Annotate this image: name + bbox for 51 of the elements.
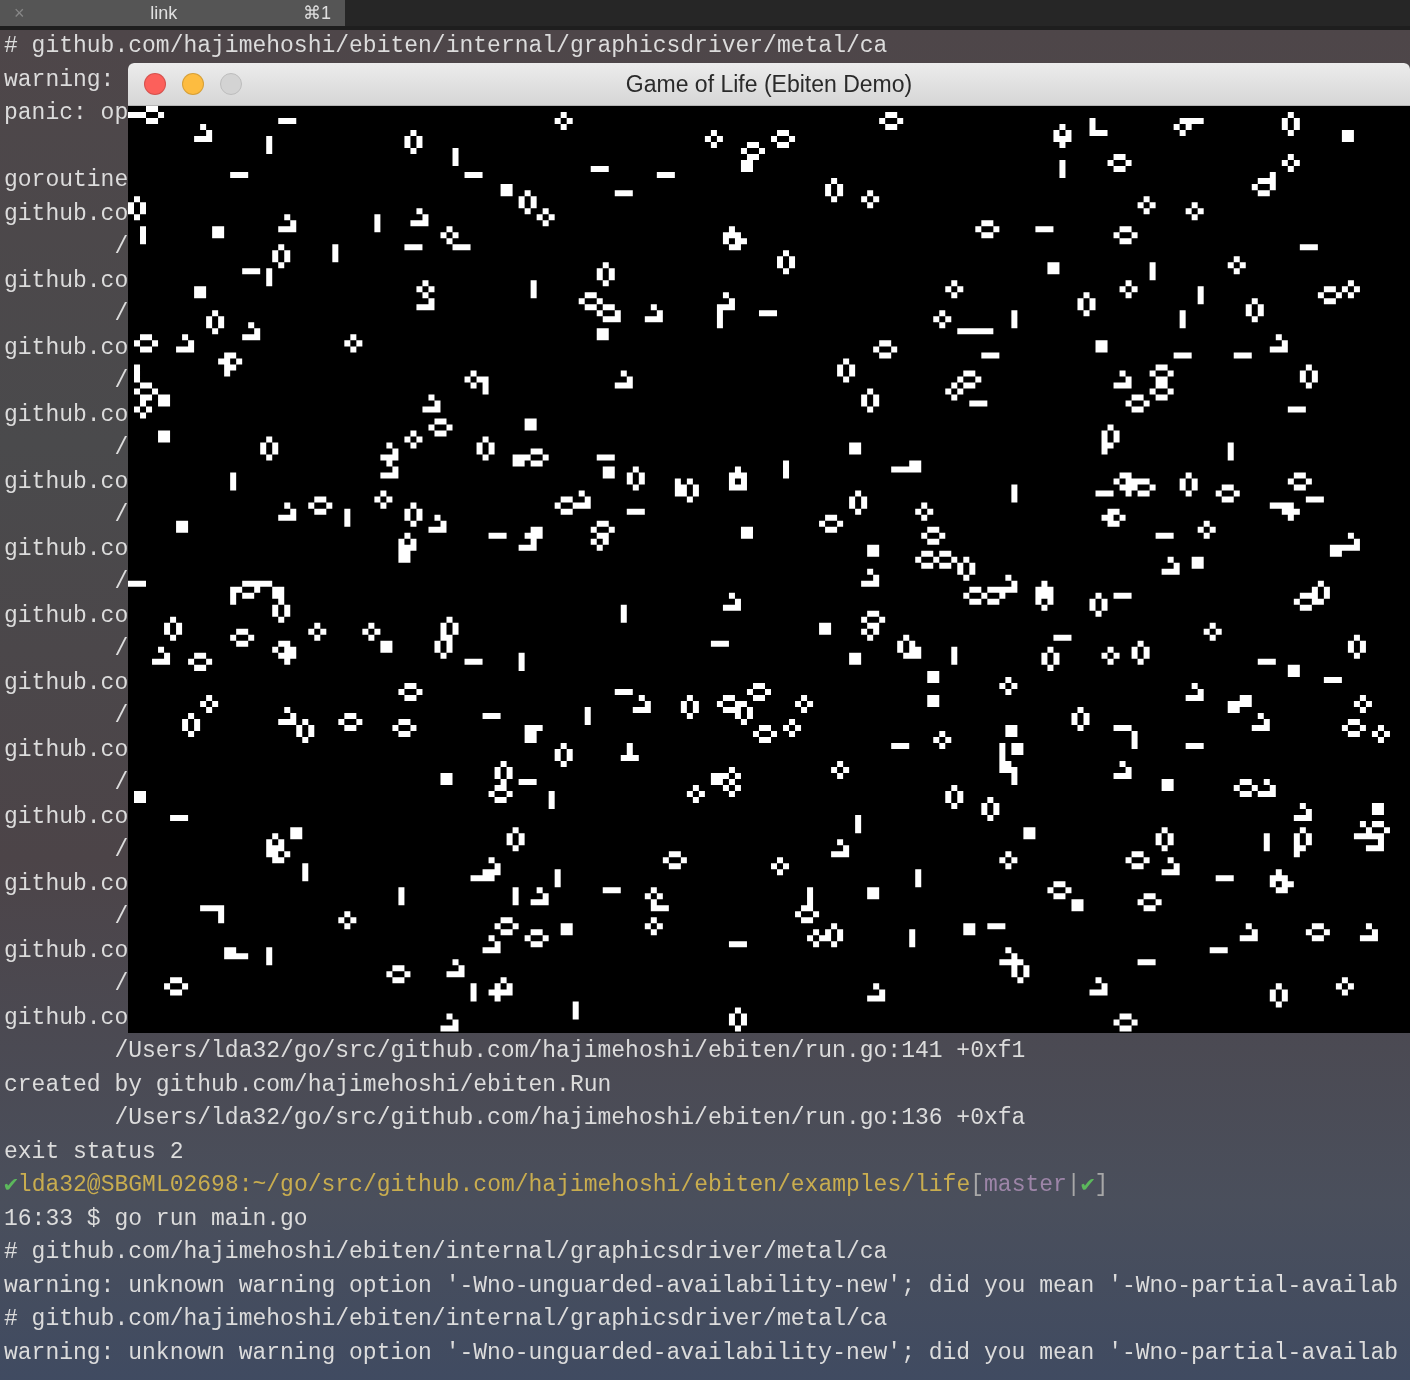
terminal-line: github.co	[4, 1004, 129, 1031]
terminal-line: /	[113, 904, 129, 930]
terminal-line: /	[113, 569, 129, 595]
terminal-line: /	[113, 502, 129, 528]
terminal-line: github.co	[4, 200, 129, 227]
terminal-line: 16:33 $ go run main.go	[4, 1205, 308, 1232]
terminal-line: panic: op	[4, 100, 129, 126]
prompt-text: ]	[1094, 1172, 1109, 1198]
terminal-line: /	[113, 770, 129, 796]
terminal-line: /	[113, 636, 129, 662]
minimize-window-button[interactable]	[182, 73, 204, 95]
tab-shortcut: ⌘1	[303, 2, 331, 24]
terminal-line: /	[113, 703, 129, 729]
terminal-line: github.co	[4, 736, 129, 763]
terminal-line: warning: unknown warning option '-Wno-unguarded-availability-new'; did you mean '-Wno-partial-availab	[4, 1272, 1399, 1299]
prompt-text: master	[984, 1172, 1067, 1198]
terminal-line: github.co	[4, 535, 129, 562]
terminal-line: github.co	[4, 602, 129, 629]
terminal-line: goroutine	[4, 167, 129, 193]
close-window-button[interactable]	[144, 73, 166, 95]
prompt-text: lda32@SBGML02698:~/go/src/github.com/hajimehoshi/ebiten/examples/life	[17, 1172, 971, 1198]
check-mark: ✔	[4, 1172, 18, 1198]
check-mark: ✔	[1080, 1172, 1095, 1198]
terminal-line: /	[113, 435, 129, 461]
terminal-line: /Users/lda32/go/src/github.com/hajimehoshi/ebiten/run.go:136 +0xfa	[113, 1105, 1026, 1131]
terminal-line: exit status 2	[4, 1138, 184, 1165]
window-title: Game of Life (Ebiten Demo)	[625, 70, 913, 98]
terminal-line: /	[113, 301, 129, 327]
prompt-text: |	[1066, 1172, 1081, 1198]
terminal-line: /Users/lda32/go/src/github.com/hajimehoshi/ebiten/run.go:141 +0xf1	[113, 1038, 1026, 1064]
terminal-line: /	[113, 971, 129, 997]
terminal-tab[interactable]: × link ⌘1	[0, 0, 345, 26]
terminal-line: warning: unknown warning option '-Wno-unguarded-availability-new'; did you mean '-Wno-partial-availab	[4, 1339, 1399, 1366]
terminal-line: /	[113, 234, 129, 260]
terminal-line: created by github.com/hajimehoshi/ebiten.Run	[4, 1071, 612, 1098]
terminal-line: github.co	[4, 870, 129, 897]
terminal-line: github.co	[4, 468, 129, 495]
terminal-line: github.co	[4, 937, 129, 964]
prompt-text: [	[970, 1172, 985, 1198]
terminal-line: # github.com/hajimehoshi/ebiten/internal/graphicsdriver/metal/ca	[4, 1239, 888, 1265]
terminal-line: # github.com/hajimehoshi/ebiten/internal/graphicsdriver/metal/ca	[4, 1306, 888, 1332]
terminal-line: github.co	[4, 267, 129, 294]
terminal-line: github.co	[4, 803, 129, 830]
terminal-line: github.co	[4, 334, 129, 361]
terminal-line: warning:	[4, 66, 115, 93]
terminal-line: github.co	[4, 401, 129, 428]
terminal-line: # github.com/hajimehoshi/ebiten/internal/graphicsdriver/metal/ca	[4, 33, 888, 59]
tab-title: link	[149, 2, 179, 24]
terminal-line: /	[113, 368, 129, 394]
terminal-line: /	[113, 837, 129, 863]
terminal-line: github.co	[4, 669, 129, 696]
